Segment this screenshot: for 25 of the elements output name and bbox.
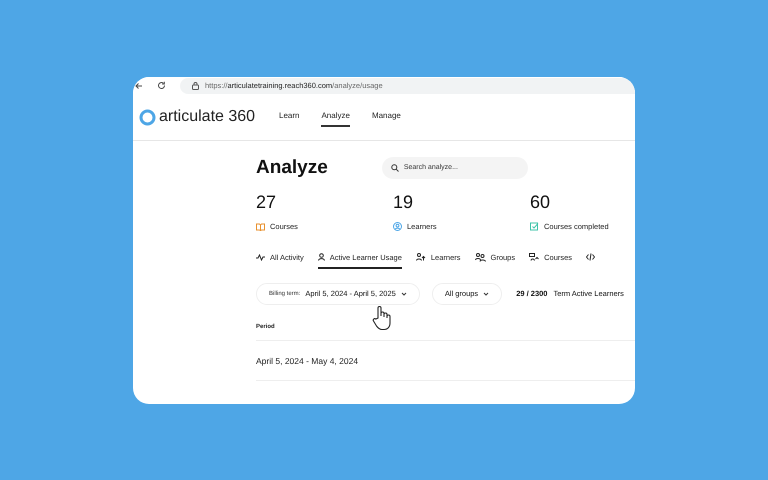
back-icon[interactable] xyxy=(135,82,143,90)
search-icon xyxy=(390,164,399,172)
chevron-down-icon xyxy=(483,292,490,296)
stat-value: 60 xyxy=(530,193,552,212)
stat-value: 19 xyxy=(393,193,414,212)
reload-icon[interactable] xyxy=(157,81,166,90)
pulse-icon xyxy=(256,254,265,261)
lock-icon xyxy=(192,82,199,90)
nav-link[interactable]: Analyze xyxy=(321,107,350,127)
person-icon xyxy=(318,253,325,262)
presenter-icon xyxy=(529,253,540,262)
nav-link[interactable]: Manage xyxy=(372,107,401,127)
logo-text: articulate 360 xyxy=(159,107,256,127)
book-icon xyxy=(256,222,265,231)
code-icon xyxy=(586,253,596,262)
stat-value: 27 xyxy=(256,193,278,212)
group-icon xyxy=(474,252,486,262)
page-title: Analyze xyxy=(256,156,328,180)
person-icon xyxy=(393,222,402,232)
chevron-down-icon xyxy=(400,292,407,296)
table-cell: April 5, 2024 - May 4, 2024 xyxy=(256,340,635,381)
logo-ring-icon xyxy=(139,108,156,126)
checkbox-icon xyxy=(530,222,539,232)
people-icon xyxy=(416,253,426,262)
nav-link[interactable]: Learn xyxy=(279,107,300,127)
